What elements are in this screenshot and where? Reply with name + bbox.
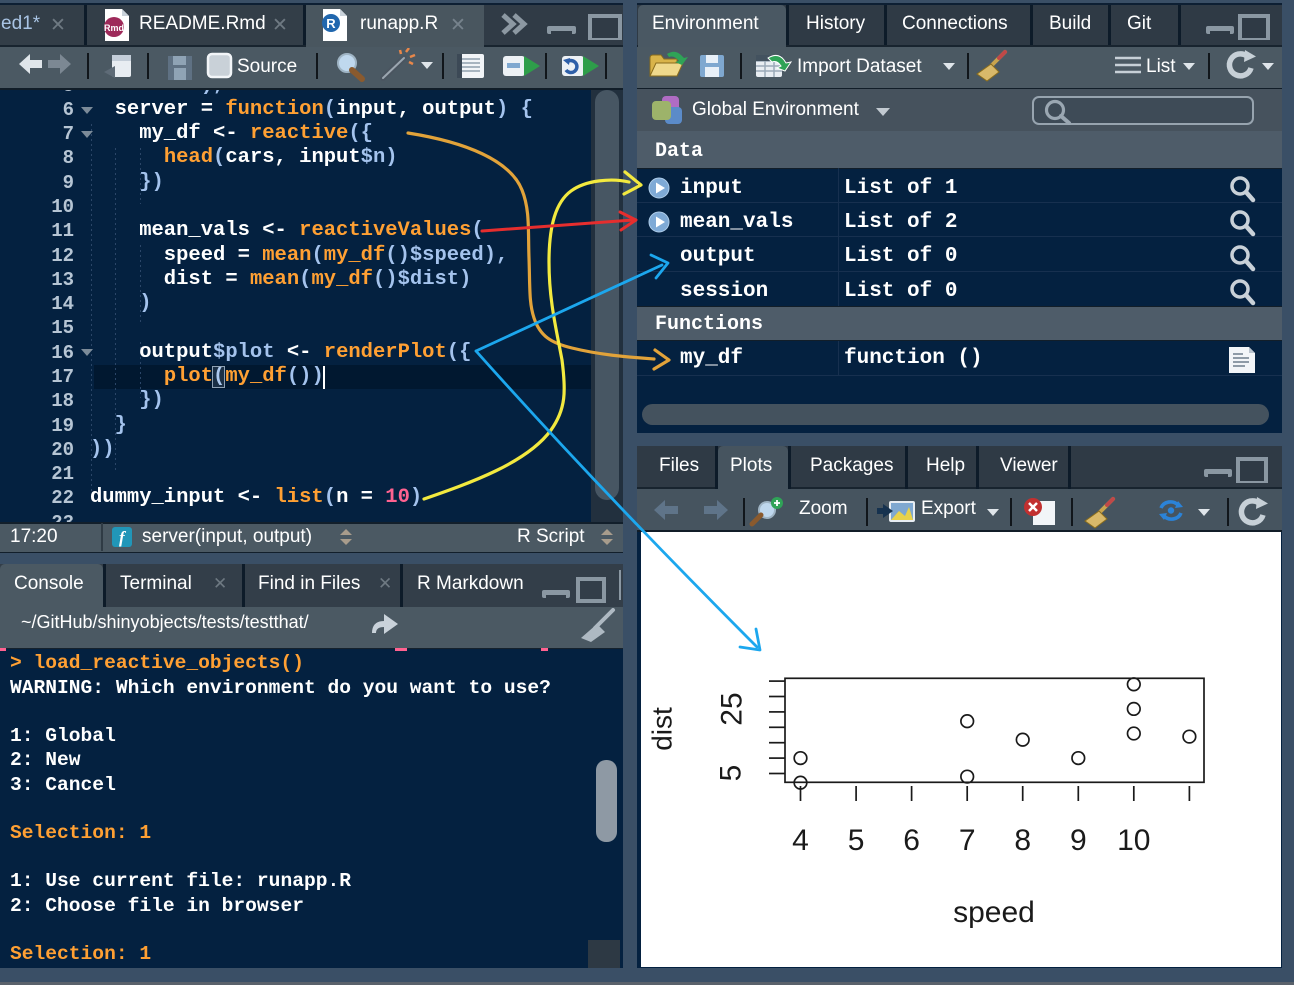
svg-text:R: R — [326, 16, 336, 31]
svg-text:Rmd: Rmd — [104, 23, 124, 33]
